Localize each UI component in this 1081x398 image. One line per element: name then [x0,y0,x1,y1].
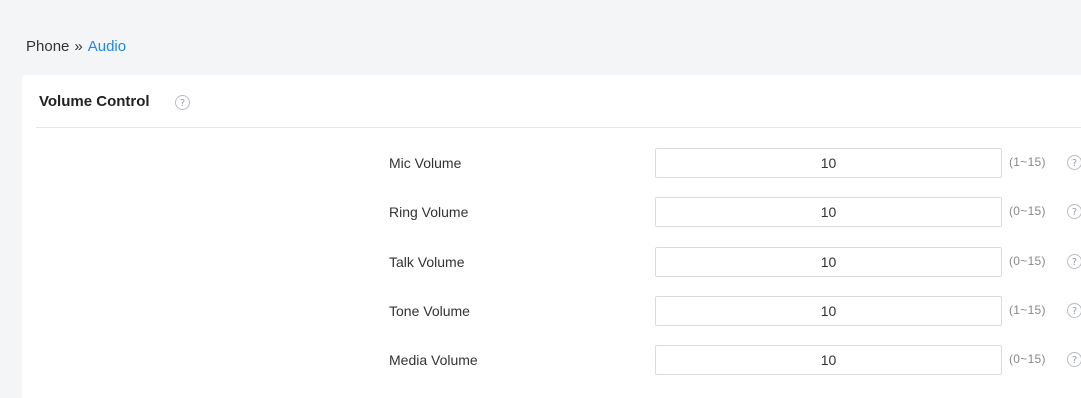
mic-volume-row: Mic Volume (1~15) ? [22,148,1081,178]
panel-header: Volume Control ? [22,75,1081,127]
media-volume-input[interactable] [655,345,1002,375]
question-circle-icon[interactable]: ? [1067,155,1081,170]
ring-volume-range: (0~15) [1009,204,1046,218]
media-volume-label: Media Volume [389,352,478,368]
breadcrumb-current-audio[interactable]: Audio [88,38,126,55]
tone-volume-row: Tone Volume (1~15) ? [22,296,1081,326]
volume-control-panel: Volume Control ? Mic Volume (1~15) ? Rin… [22,75,1081,398]
talk-volume-label: Talk Volume [389,254,465,270]
talk-volume-row: Talk Volume (0~15) ? [22,247,1081,277]
ring-volume-label: Ring Volume [389,204,469,220]
talk-volume-input[interactable] [655,247,1002,277]
section-title: Volume Control [39,93,150,110]
media-volume-range: (0~15) [1009,352,1046,366]
mic-volume-range: (1~15) [1009,155,1046,169]
tone-volume-input[interactable] [655,296,1002,326]
question-circle-icon[interactable]: ? [1067,254,1081,269]
mic-volume-label: Mic Volume [389,155,462,171]
ring-volume-row: Ring Volume (0~15) ? [22,197,1081,227]
audio-settings-page: Phone » Audio Volume Control ? Mic Volume … [0,0,1081,398]
tone-volume-label: Tone Volume [389,303,470,319]
question-circle-icon[interactable]: ? [1067,303,1081,318]
question-circle-icon[interactable]: ? [175,95,190,110]
question-circle-icon[interactable]: ? [1067,352,1081,367]
breadcrumb-separator: » [74,38,83,55]
header-divider [36,127,1081,128]
breadcrumb-parent-phone[interactable]: Phone [26,38,69,55]
talk-volume-range: (0~15) [1009,254,1046,268]
tone-volume-range: (1~15) [1009,303,1046,317]
media-volume-row: Media Volume (0~15) ? [22,345,1081,375]
question-circle-icon[interactable]: ? [1067,204,1081,219]
breadcrumb: Phone » Audio [26,38,126,55]
mic-volume-input[interactable] [655,148,1002,178]
ring-volume-input[interactable] [655,197,1002,227]
